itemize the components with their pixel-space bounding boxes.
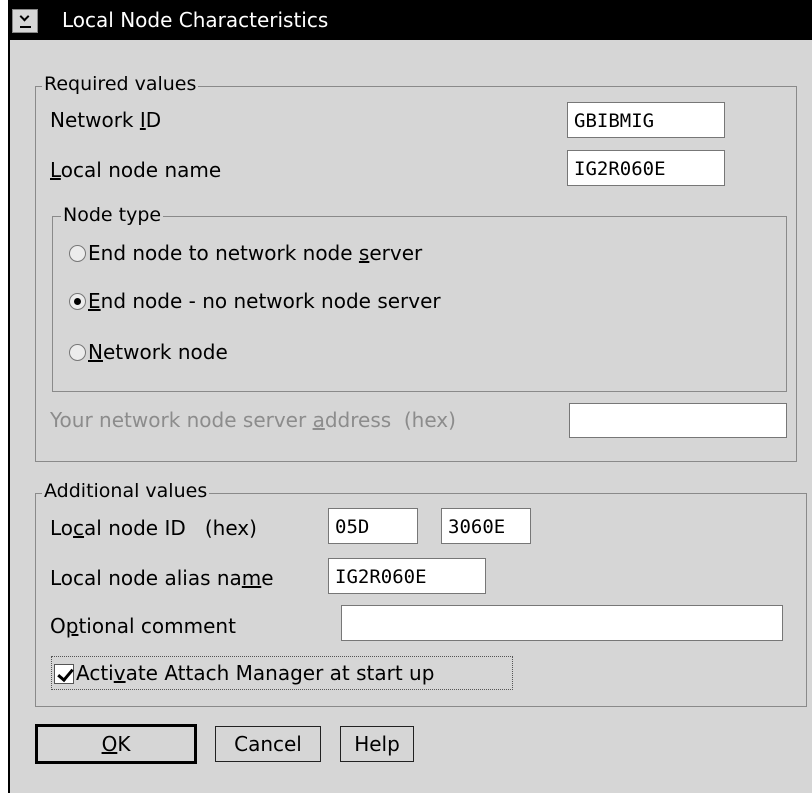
radio-network-node-label[interactable]: Network node — [88, 340, 228, 364]
checkmark-icon — [57, 664, 74, 683]
local-node-characteristics-window: Local Node Characteristics Required valu… — [8, 0, 812, 793]
radio-end-node-to-server[interactable] — [69, 245, 86, 262]
optional-comment-label: Optional comment — [50, 614, 236, 638]
attach-manager-label[interactable]: Activate Attach Manager at start up — [76, 661, 434, 685]
server-address-label: Your network node server address (hex) — [50, 408, 456, 432]
radio-end-node-no-server[interactable] — [69, 293, 86, 310]
additional-values-label: Additional values — [42, 480, 210, 502]
cancel-button[interactable]: Cancel — [215, 726, 321, 762]
optional-comment-field[interactable] — [341, 605, 783, 641]
attach-manager-checkbox[interactable] — [54, 664, 74, 684]
alias-field[interactable]: IG2R060E — [328, 558, 486, 594]
required-values-label: Required values — [42, 73, 199, 95]
ok-button[interactable]: OK — [35, 724, 197, 764]
radio-end-node-to-server-label[interactable]: End node to network node server — [88, 241, 422, 265]
radio-network-node[interactable] — [69, 344, 86, 361]
system-menu-bar — [20, 26, 31, 28]
local-node-id-label: Local node ID (hex) — [50, 516, 257, 540]
system-menu-icon[interactable] — [12, 9, 38, 33]
local-node-name-label: Local node name — [50, 158, 222, 182]
radio-selected-dot — [74, 298, 81, 305]
alias-label: Local node alias name — [50, 566, 274, 590]
network-id-label: Network ID — [50, 108, 162, 132]
node-type-label: Node type — [61, 204, 164, 226]
local-node-id-field-2[interactable]: 3060E — [441, 508, 531, 544]
local-node-id-field-1[interactable]: 05D — [328, 508, 418, 544]
radio-end-node-no-server-label[interactable]: End node - no network node server — [88, 289, 441, 313]
title-bar[interactable]: Local Node Characteristics — [10, 0, 812, 40]
network-id-field[interactable]: GBIBMIG — [567, 102, 725, 138]
help-button[interactable]: Help — [340, 726, 414, 762]
chevron-down-icon — [19, 11, 30, 22]
server-address-field[interactable] — [569, 403, 787, 438]
window-title: Local Node Characteristics — [62, 8, 329, 32]
local-node-name-field[interactable]: IG2R060E — [567, 150, 725, 186]
